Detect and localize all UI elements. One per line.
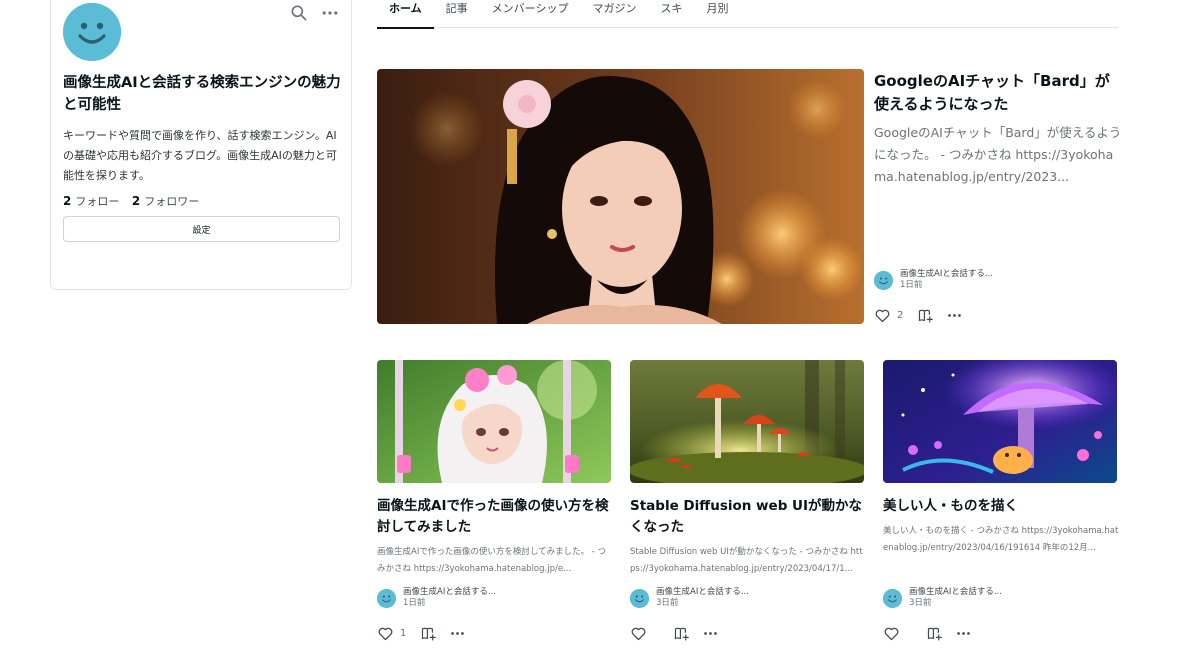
more-dots-icon[interactable]: [946, 307, 963, 324]
article-excerpt: 美しい人・ものを描く - つみかさね https://3yokohama.hat…: [883, 526, 1119, 553]
featured-thumbnail[interactable]: [377, 69, 864, 324]
magazine-add-icon[interactable]: [420, 625, 437, 642]
article-actions: [630, 624, 719, 642]
more-dots-icon[interactable]: [449, 625, 466, 642]
more-dots-icon[interactable]: [320, 3, 340, 23]
follower-label: フォロワー: [144, 195, 200, 208]
tab-magazine[interactable]: マガジン: [580, 0, 648, 28]
author-name: 画像生成AIと会話する...: [900, 269, 993, 279]
profile-stats: 2 フォロー 2 フォロワー: [63, 193, 208, 209]
more-dots-icon[interactable]: [955, 625, 972, 642]
article-actions: [883, 624, 972, 642]
like-count: 2: [897, 309, 904, 321]
article-excerpt: 画像生成AIで作った画像の使い方を検討してみました。 - つみかさね https…: [377, 547, 607, 574]
article-thumbnail[interactable]: [883, 360, 1117, 483]
search-icon[interactable]: [289, 3, 309, 23]
author-avatar: [630, 589, 649, 608]
tab-home[interactable]: ホーム: [377, 0, 434, 29]
tab-likes[interactable]: スキ: [648, 0, 694, 28]
article-author[interactable]: 画像生成AIと会話する... 3日前: [883, 587, 1002, 609]
post-date: 3日前: [656, 598, 679, 608]
tab-membership[interactable]: メンバーシップ: [480, 0, 581, 28]
author-avatar: [874, 271, 893, 290]
heart-icon[interactable]: [883, 625, 900, 642]
post-date: 1日前: [900, 280, 923, 290]
article-thumbnail[interactable]: [630, 360, 864, 483]
author-avatar: [377, 589, 396, 608]
featured-title[interactable]: GoogleのAIチャット「Bard」が使えるようになった: [874, 70, 1124, 116]
profile-card: 画像生成AIと会話する検索エンジンの魅力と可能性 キーワードや質問で画像を作り、…: [50, 0, 352, 290]
settings-button[interactable]: 設定: [63, 216, 340, 242]
featured-actions: 2: [874, 306, 963, 324]
tab-articles[interactable]: 記事: [434, 0, 480, 28]
magazine-add-icon[interactable]: [673, 625, 690, 642]
article-title[interactable]: 画像生成AIで作った画像の使い方を検討してみました: [377, 496, 615, 538]
author-name: 画像生成AIと会話する...: [403, 587, 496, 597]
author-avatar: [883, 589, 902, 608]
follow-label: フォロー: [75, 195, 120, 208]
article-excerpt: Stable Diffusion web UIが動かなくなった - つみかさね …: [630, 547, 863, 574]
like-count: 1: [400, 627, 407, 639]
magazine-add-icon[interactable]: [926, 625, 943, 642]
featured-excerpt: GoogleのAIチャット「Bard」が使えるようになった。 - つみかさね h…: [874, 125, 1122, 184]
follow-count: 2: [63, 194, 72, 208]
article-author[interactable]: 画像生成AIと会話する... 3日前: [630, 587, 749, 609]
profile-description: キーワードや質問で画像を作り、話す検索エンジン。AIの基礎や応用も紹介するブログ…: [63, 129, 337, 182]
article-thumbnail[interactable]: [377, 360, 611, 483]
article-title[interactable]: 美しい人・ものを描く: [883, 496, 1121, 517]
heart-icon[interactable]: [874, 307, 891, 324]
heart-icon[interactable]: [630, 625, 647, 642]
follow-stat[interactable]: 2 フォロー: [63, 194, 120, 208]
more-dots-icon[interactable]: [702, 625, 719, 642]
tab-monthly[interactable]: 月別: [694, 0, 740, 28]
article-title[interactable]: Stable Diffusion web UIが動かなくなった: [630, 496, 868, 538]
featured-author[interactable]: 画像生成AIと会話する... 1日前: [874, 269, 993, 291]
tab-bar: ホーム 記事 メンバーシップ マガジン スキ 月別: [377, 0, 1118, 29]
magazine-add-icon[interactable]: [917, 307, 934, 324]
article-actions: 1: [377, 624, 466, 642]
profile-avatar[interactable]: [63, 3, 121, 61]
follower-stat[interactable]: 2 フォロワー: [131, 194, 200, 208]
heart-icon[interactable]: [377, 625, 394, 642]
post-date: 1日前: [403, 598, 426, 608]
post-date: 3日前: [909, 598, 932, 608]
article-author[interactable]: 画像生成AIと会話する... 1日前: [377, 587, 496, 609]
follower-count: 2: [131, 194, 141, 208]
profile-name[interactable]: 画像生成AIと会話する検索エンジンの魅力と可能性: [63, 72, 343, 116]
author-name: 画像生成AIと会話する...: [656, 587, 749, 597]
author-name: 画像生成AIと会話する...: [909, 587, 1002, 597]
